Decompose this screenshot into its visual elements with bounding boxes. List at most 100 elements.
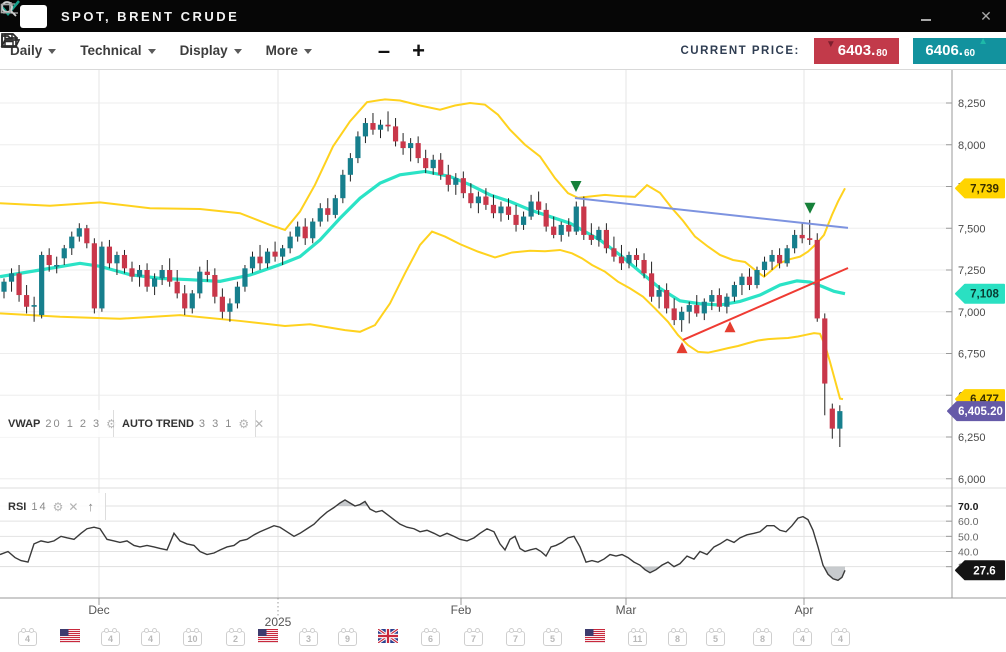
candle — [423, 158, 428, 168]
chevron-down-icon — [304, 49, 312, 54]
trend-signal-down-icon — [805, 203, 816, 214]
rsi-line — [0, 500, 845, 580]
axes: 8,2508,0007,7507,5007,2507,0006,7506,500… — [0, 70, 1006, 629]
rsi-tick-label: 60.0 — [958, 516, 979, 528]
calendar-event-icon[interactable]: 5 — [706, 631, 725, 646]
menu-more[interactable]: More — [266, 43, 312, 58]
candle — [144, 270, 149, 287]
price-tick-label: 6,000 — [958, 474, 986, 486]
candle — [175, 282, 180, 294]
candle — [769, 255, 774, 262]
candle — [400, 141, 405, 148]
calendar-event-icon[interactable]: 4 — [141, 631, 160, 646]
candle — [717, 295, 722, 307]
price-chart[interactable]: 8,2508,0007,7507,5007,2507,0006,7506,500… — [0, 70, 1006, 652]
arrow-up-icon: ▲ — [978, 36, 988, 47]
calendar-event-icon[interactable]: 5 — [543, 631, 562, 646]
minimize-icon[interactable] — [918, 8, 934, 24]
svg-text:6,405.20: 6,405.20 — [958, 406, 1003, 418]
menu-technical[interactable]: Technical — [80, 43, 155, 58]
calendar-event-icon[interactable]: 8 — [668, 631, 687, 646]
autotrend-params: 3 3 1 — [199, 418, 233, 430]
autotrend-settings-icon[interactable]: ⚙ — [238, 417, 249, 431]
calendar-event-icon[interactable]: 8 — [753, 631, 772, 646]
rsi-settings-icon[interactable]: ⚙ — [53, 500, 64, 514]
rsi-params: 14 — [31, 501, 47, 513]
candle — [348, 158, 353, 175]
candle — [551, 227, 556, 235]
rsi-oversold-fill — [0, 500, 845, 580]
candle — [604, 230, 609, 248]
rsi-expand-icon[interactable]: ↑ — [87, 499, 94, 514]
menu-display[interactable]: Display — [180, 43, 242, 58]
candle — [363, 123, 368, 136]
candle — [220, 297, 225, 312]
calendar-event-icon[interactable]: 11 — [628, 631, 647, 646]
candle — [54, 265, 59, 267]
chart-area: 8,2508,0007,7507,5007,2507,0006,7506,500… — [0, 70, 1006, 652]
flag-uk-icon[interactable] — [378, 629, 398, 643]
bid-price-badge: ▼ 6403. 80 — [814, 38, 900, 64]
candle — [626, 255, 631, 263]
candle — [476, 197, 481, 204]
candle — [566, 225, 571, 232]
calendar-event-icon[interactable]: 9 — [338, 631, 357, 646]
app-logo-icon — [20, 5, 47, 28]
calendar-event-icon[interactable]: 4 — [793, 631, 812, 646]
calendar-event-icon[interactable]: 6 — [421, 631, 440, 646]
candle — [227, 303, 232, 311]
rsi-remove-icon[interactable]: ✕ — [68, 500, 78, 514]
popout-icon[interactable] — [948, 8, 964, 24]
candle — [634, 255, 639, 260]
candle — [370, 123, 375, 130]
candle — [664, 290, 669, 308]
svg-text:7,108: 7,108 — [970, 289, 999, 301]
calendar-event-icon[interactable]: 7 — [506, 631, 525, 646]
flag-us-icon[interactable] — [585, 629, 605, 643]
candle — [747, 277, 752, 285]
titlebar: SPOT, BRENT CRUDE ✕ — [0, 0, 1006, 32]
candle — [107, 247, 112, 264]
candle — [483, 197, 488, 205]
indicator-legend-autotrend: AUTO TREND 3 3 1 ⚙ ✕ — [114, 410, 256, 437]
candle — [84, 228, 89, 243]
calendar-event-icon[interactable]: 7 — [464, 631, 483, 646]
flag-us-icon[interactable] — [60, 629, 80, 643]
autotrend-remove-icon[interactable]: ✕ — [254, 417, 264, 431]
close-icon[interactable]: ✕ — [978, 8, 994, 24]
calendar-event-icon[interactable]: 2 — [226, 631, 245, 646]
calendar-event-icon[interactable]: 10 — [183, 631, 202, 646]
resistance-trendline — [575, 198, 848, 228]
candle — [288, 237, 293, 249]
candle — [777, 255, 782, 263]
month-label: Dec — [88, 603, 109, 617]
candle — [16, 273, 21, 295]
calendar-event-icon[interactable]: 3 — [299, 631, 318, 646]
candle — [837, 411, 842, 429]
calendar-event-icon[interactable]: 4 — [101, 631, 120, 646]
rsi-tick-label: 70.0 — [958, 501, 979, 513]
candle — [672, 308, 677, 320]
flag-us-icon[interactable] — [258, 629, 278, 643]
candle — [122, 255, 127, 268]
calendar-event-icon[interactable]: 4 — [18, 631, 37, 646]
candle — [92, 243, 97, 308]
candle — [393, 126, 398, 141]
candle — [99, 247, 104, 309]
trendlines-layer — [571, 181, 849, 353]
candle — [378, 125, 383, 130]
chevron-down-icon — [48, 49, 56, 54]
price-tick-label: 6,250 — [958, 432, 986, 444]
candle — [536, 202, 541, 210]
zoom-in-icon[interactable]: + — [412, 41, 425, 61]
candle — [807, 238, 812, 240]
candle — [657, 290, 662, 297]
zoom-out-icon[interactable]: – — [378, 41, 390, 61]
candle — [446, 175, 451, 185]
candle — [250, 257, 255, 269]
candle — [498, 207, 503, 214]
calendar-event-icon[interactable]: 4 — [831, 631, 850, 646]
candle — [792, 235, 797, 248]
candle — [32, 305, 37, 307]
candle — [257, 257, 262, 264]
